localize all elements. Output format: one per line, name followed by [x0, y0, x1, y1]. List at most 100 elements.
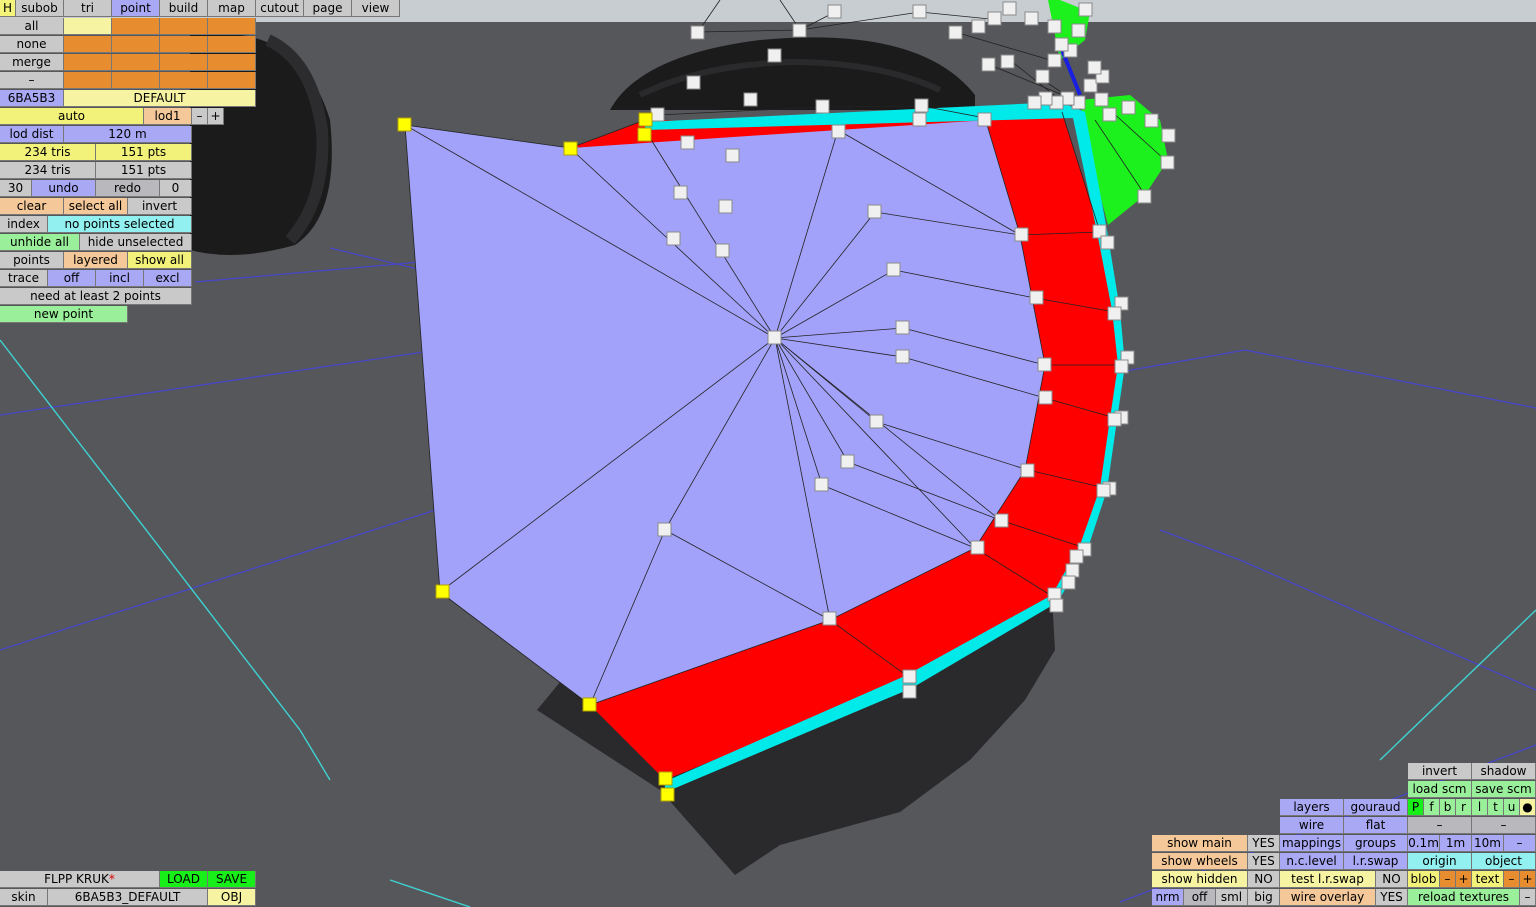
dash-button-1[interactable]: –	[1408, 817, 1472, 834]
menu-tri[interactable]: tri	[64, 0, 112, 17]
color-code[interactable]: 6BA5B3	[0, 90, 64, 107]
swatch[interactable]	[208, 36, 256, 53]
lod-minus-button[interactable]: –	[192, 108, 208, 125]
swatch[interactable]	[112, 18, 160, 35]
menu-cutout[interactable]: cutout	[256, 0, 304, 17]
swatch[interactable]	[64, 18, 112, 35]
mappings-button[interactable]: mappings	[1280, 835, 1344, 852]
dash-row[interactable]: –	[0, 72, 64, 89]
swatch[interactable]	[160, 54, 208, 71]
menu-h-button[interactable]: H	[0, 0, 16, 17]
menu-subob[interactable]: subob	[16, 0, 64, 17]
select-all-row[interactable]: all	[0, 18, 64, 35]
save-scm-button[interactable]: save scm	[1472, 781, 1536, 798]
unhide-all-button[interactable]: unhide all	[0, 234, 80, 251]
flag-dot[interactable]: ●	[1520, 799, 1536, 816]
clear-button[interactable]: clear	[0, 198, 64, 215]
size-off[interactable]: off	[1184, 889, 1216, 906]
blob-plus-button[interactable]: +	[1456, 871, 1472, 888]
new-point-button[interactable]: new point	[0, 306, 128, 323]
lod-auto[interactable]: auto	[0, 108, 144, 125]
select-all-button[interactable]: select all	[64, 198, 128, 215]
test-lr-swap-toggle[interactable]: NO	[1376, 871, 1408, 888]
menu-view[interactable]: view	[352, 0, 400, 17]
merge-row[interactable]: merge	[0, 54, 64, 71]
layered-toggle[interactable]: layered	[64, 252, 128, 269]
flag-r[interactable]: r	[1456, 799, 1472, 816]
show-hidden-toggle[interactable]: NO	[1248, 871, 1280, 888]
swatch[interactable]	[208, 18, 256, 35]
select-none-row[interactable]: none	[0, 36, 64, 53]
trace-incl[interactable]: incl	[96, 270, 144, 287]
swatch[interactable]	[64, 54, 112, 71]
swatch[interactable]	[112, 36, 160, 53]
index-button[interactable]: index	[0, 216, 48, 233]
nc-level-button[interactable]: n.c.level	[1280, 853, 1344, 870]
lod-name[interactable]: lod1	[144, 108, 192, 125]
groups-button[interactable]: groups	[1344, 835, 1408, 852]
blob-minus-button[interactable]: –	[1440, 871, 1456, 888]
flag-u[interactable]: u	[1504, 799, 1520, 816]
redo-button[interactable]: redo	[96, 180, 160, 197]
flag-l[interactable]: l	[1472, 799, 1488, 816]
flat-button[interactable]: flat	[1344, 817, 1408, 834]
grid-1m[interactable]: 1m	[1440, 835, 1472, 852]
swatch[interactable]	[208, 54, 256, 71]
swatch[interactable]	[160, 36, 208, 53]
trace-excl[interactable]: excl	[144, 270, 192, 287]
object-button[interactable]: object	[1472, 853, 1536, 870]
text-plus-button[interactable]: +	[1520, 871, 1536, 888]
invert-selection-button[interactable]: invert	[128, 198, 192, 215]
modified-indicator: *	[108, 872, 115, 886]
lr-swap-button[interactable]: l.r.swap	[1344, 853, 1408, 870]
undo-button[interactable]: undo	[32, 180, 96, 197]
grid-off[interactable]: –	[1504, 835, 1536, 852]
trace-off[interactable]: off	[48, 270, 96, 287]
layer-name[interactable]: DEFAULT	[64, 90, 256, 107]
grid-0-1m[interactable]: 0.1m	[1408, 835, 1440, 852]
gouraud-button[interactable]: gouraud	[1344, 799, 1408, 816]
text-minus-button[interactable]: –	[1504, 871, 1520, 888]
invert-button[interactable]: invert	[1408, 763, 1472, 780]
grid-10m[interactable]: 10m	[1472, 835, 1504, 852]
size-nrm[interactable]: nrm	[1152, 889, 1184, 906]
swatch[interactable]	[160, 72, 208, 89]
lod-dist-value[interactable]: 120 m	[64, 126, 192, 143]
undo-count: 30	[0, 180, 32, 197]
swatch[interactable]	[160, 18, 208, 35]
reload-minus-button[interactable]: –	[1520, 889, 1536, 906]
load-button[interactable]: LOAD	[160, 871, 208, 888]
menu-build[interactable]: build	[160, 0, 208, 17]
flag-t[interactable]: t	[1488, 799, 1504, 816]
show-all-toggle[interactable]: show all	[128, 252, 192, 269]
wire-button[interactable]: wire	[1280, 817, 1344, 834]
save-button[interactable]: SAVE	[208, 871, 256, 888]
flag-b[interactable]: b	[1440, 799, 1456, 816]
swatch[interactable]	[64, 36, 112, 53]
3d-viewport[interactable]	[0, 0, 1536, 907]
wire-overlay-toggle[interactable]: YES	[1376, 889, 1408, 906]
swatch[interactable]	[112, 72, 160, 89]
menu-point[interactable]: point	[112, 0, 160, 17]
show-wheels-toggle[interactable]: YES	[1248, 853, 1280, 870]
flag-p[interactable]: P	[1408, 799, 1424, 816]
origin-button[interactable]: origin	[1408, 853, 1472, 870]
show-main-toggle[interactable]: YES	[1248, 835, 1280, 852]
size-big[interactable]: big	[1248, 889, 1280, 906]
hide-unselected-button[interactable]: hide unselected	[80, 234, 192, 251]
size-sml[interactable]: sml	[1216, 889, 1248, 906]
menu-page[interactable]: page	[304, 0, 352, 17]
swatch[interactable]	[208, 72, 256, 89]
flag-f[interactable]: f	[1424, 799, 1440, 816]
load-scm-button[interactable]: load scm	[1408, 781, 1472, 798]
shadow-button[interactable]: shadow	[1472, 763, 1536, 780]
layers-button[interactable]: layers	[1280, 799, 1344, 816]
swatch[interactable]	[64, 72, 112, 89]
obj-button[interactable]: OBJ	[208, 889, 256, 906]
reload-textures-button[interactable]: reload textures	[1408, 889, 1520, 906]
skin-value[interactable]: 6BA5B3_DEFAULT	[48, 889, 208, 906]
lod-plus-button[interactable]: +	[208, 108, 224, 125]
menu-map[interactable]: map	[208, 0, 256, 17]
swatch[interactable]	[112, 54, 160, 71]
dash-button-2[interactable]: –	[1472, 817, 1536, 834]
